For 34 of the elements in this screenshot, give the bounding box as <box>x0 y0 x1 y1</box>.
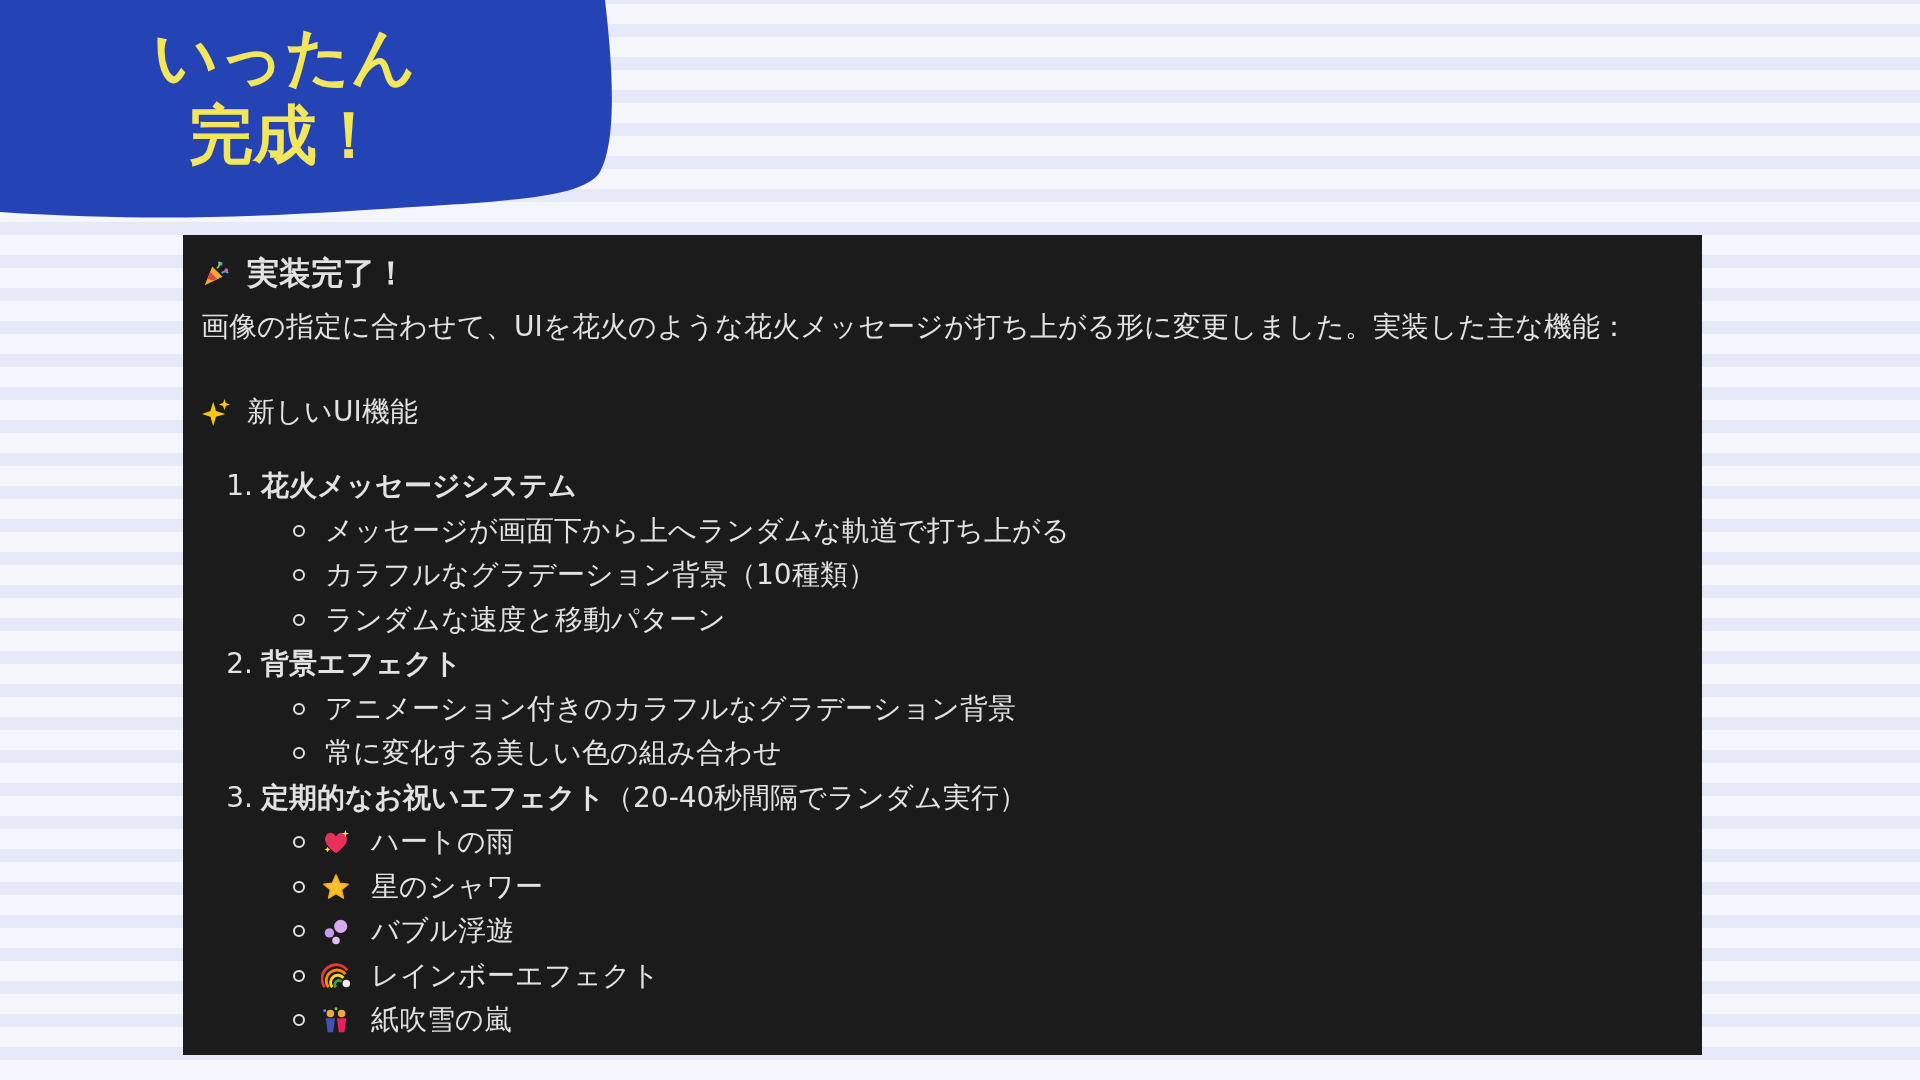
bullet-icon <box>293 524 305 537</box>
feature-item: 星のシャワー <box>371 868 543 905</box>
feature-heading: 定期的なお祝いエフェクト（20-40秒間隔でランダム実行） <box>261 779 1028 816</box>
list-number: 2. <box>225 646 253 682</box>
feature-heading: 背景エフェクト <box>261 646 462 682</box>
rainbow-icon <box>321 960 351 991</box>
bullet-icon <box>293 613 305 626</box>
feature-item: アニメーション付きのカラフルなグラデーション背景 <box>325 690 1016 727</box>
bullet-icon <box>293 925 305 938</box>
bullet-icon <box>293 969 305 982</box>
feature-item: メッセージが画面下から上へランダムな軌道で打ち上がる <box>325 512 1070 549</box>
banner-title: 完成！ <box>189 100 381 171</box>
bullet-icon <box>293 1014 305 1027</box>
feature-item: カラフルなグラデーション背景（10種類） <box>325 557 876 593</box>
star-icon <box>321 871 351 902</box>
feature-item: ランダムな速度と移動パターン <box>325 601 726 638</box>
feature-item: 常に変化する美しい色の組み合わせ <box>325 735 782 771</box>
bullet-icon <box>293 569 305 582</box>
bullet-icon <box>293 702 305 715</box>
feature-item: ハートの雨 <box>371 824 514 860</box>
list-number: 3. <box>225 779 253 816</box>
section-heading: 新しいUI機能 <box>247 393 418 430</box>
feature-item: レインボーエフェクト <box>371 957 660 994</box>
feature-item: バブル浮遊 <box>371 913 514 949</box>
bullet-icon <box>293 747 305 760</box>
list-number: 1. <box>225 468 253 504</box>
banner-title: いったん <box>153 22 417 93</box>
feature-item: 紙吹雪の嵐 <box>371 1002 512 1038</box>
sparkles-icon <box>201 396 231 427</box>
bullet-icon <box>293 880 305 893</box>
bullet-icon <box>293 836 305 849</box>
message-title: 実装完了！ <box>247 253 407 294</box>
feature-heading: 花火メッセージシステム <box>261 468 577 504</box>
intro-text: 画像の指定に合わせて、UIを花火のような花火メッセージが打ち上がる形に変更しました。実装した主な機能： <box>201 309 1629 345</box>
